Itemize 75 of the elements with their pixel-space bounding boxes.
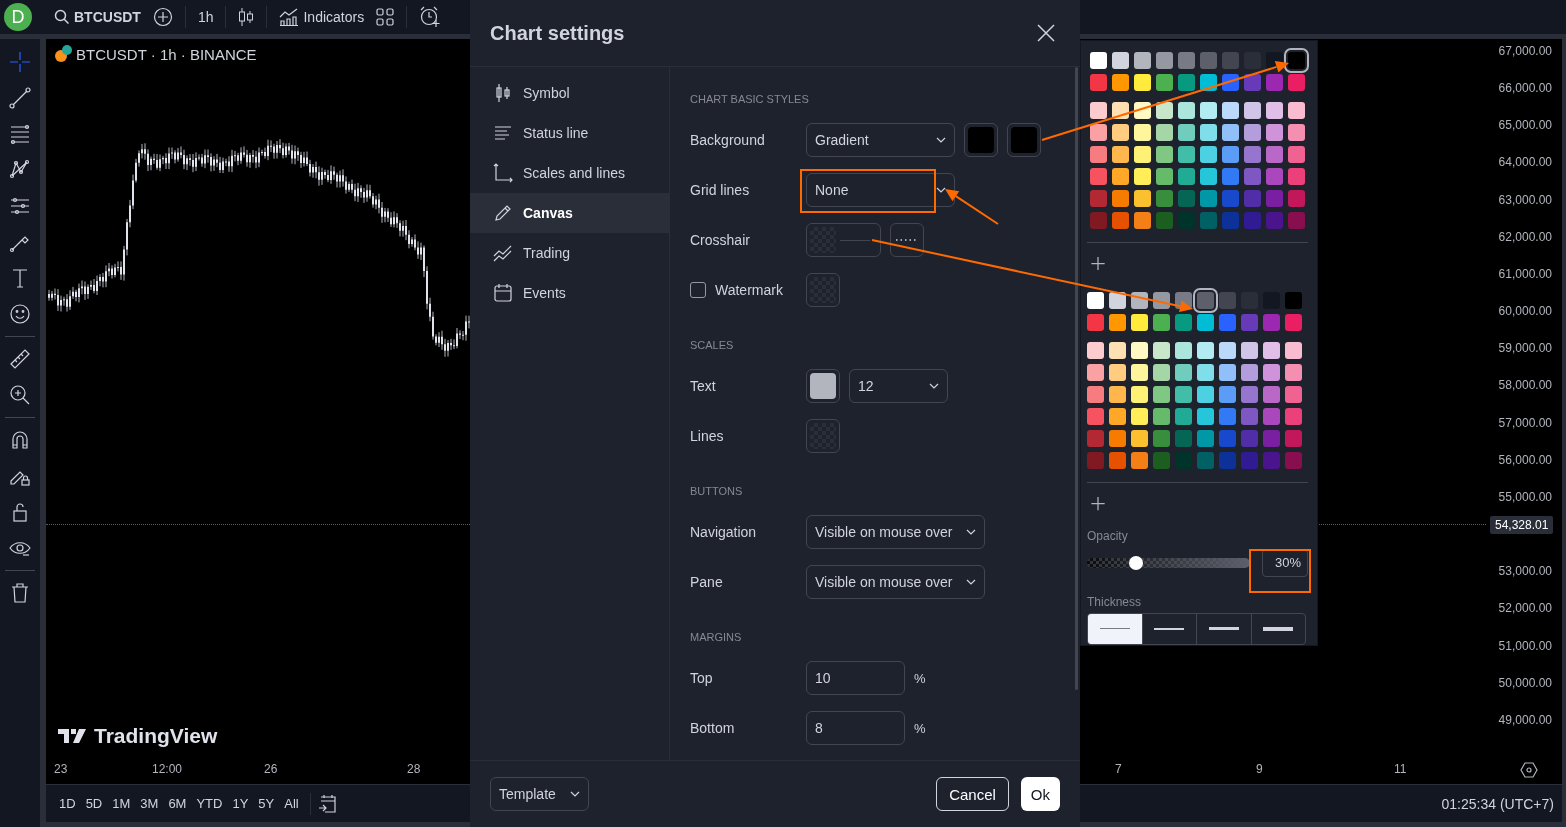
price-label: 63,000.00	[1497, 191, 1553, 209]
price-label: 51,000.00	[1497, 637, 1553, 655]
setting-label: Top	[690, 670, 713, 686]
setting-label: Navigation	[690, 524, 757, 540]
setting-label: Bottom	[690, 720, 735, 736]
interval-button[interactable]: 1h	[197, 3, 214, 31]
settings-tab[interactable]: Canvas	[470, 193, 669, 233]
template-dropdown[interactable]: Template	[490, 777, 589, 811]
range-button[interactable]: 5D	[80, 792, 108, 815]
cancel-button[interactable]: Cancel	[936, 777, 1009, 811]
indicators-button[interactable]: Indicators	[279, 3, 365, 31]
time-label: 9	[1256, 762, 1263, 776]
dropdown[interactable]: Gradient	[806, 123, 955, 157]
dialog-title: Chart settings	[490, 21, 625, 45]
price-label: 67,000.00	[1497, 43, 1553, 60]
time-label: 23	[54, 762, 68, 776]
time-label: 11	[1394, 762, 1407, 776]
time-label: 28	[407, 762, 421, 776]
range-button[interactable]: 6M	[163, 792, 192, 815]
price-label: 66,000.00	[1497, 80, 1553, 98]
section-heading: CHART BASIC STYLES	[690, 93, 810, 105]
price-label: 58,000.00	[1497, 377, 1553, 395]
unit-label: %	[914, 670, 926, 686]
section-heading: SCALES	[690, 339, 735, 351]
symbol-legend: BTCUSDT · 1h · BINANCE	[76, 45, 257, 63]
settings-tab[interactable]: Status line	[470, 113, 669, 153]
price-label: 61,000.00	[1497, 265, 1553, 283]
setting-label: Grid lines	[690, 182, 750, 198]
unit-label: %	[914, 720, 926, 736]
clock-label: 01:25:34 (UTC+7)	[1441, 795, 1554, 812]
last-price-label: 54,328.01	[1490, 516, 1554, 535]
price-label: 57,000.00	[1497, 414, 1553, 432]
dropdown[interactable]: Visible on mouse over	[806, 515, 985, 549]
price-label: 60,000.00	[1497, 303, 1553, 321]
price-label: 52,000.00	[1497, 600, 1553, 618]
range-button[interactable]: YTD	[191, 792, 228, 815]
number-field[interactable]: 10	[806, 661, 905, 695]
price-label: 65,000.00	[1497, 117, 1553, 135]
setting-label: Text	[690, 378, 716, 394]
settings-tab[interactable]: Trading	[470, 233, 669, 273]
range-button[interactable]: 1M	[107, 792, 136, 815]
price-label: 56,000.00	[1497, 451, 1553, 469]
opacity-label: Opacity	[1087, 528, 1129, 543]
time-label: 7	[1115, 762, 1122, 776]
setting-label: Watermark	[715, 282, 783, 298]
price-label: 53,000.00	[1497, 563, 1553, 581]
time-label: 12:00	[152, 762, 183, 776]
section-heading: BUTTONS	[690, 485, 744, 497]
setting-label: Lines	[690, 428, 724, 444]
range-button[interactable]: 1Y	[227, 792, 254, 815]
ok-button[interactable]: Ok	[1020, 777, 1060, 811]
watermark-logo-text: TradingView	[94, 724, 218, 748]
thickness-label: Thickness	[1087, 594, 1143, 609]
range-button[interactable]: 1D	[54, 792, 81, 815]
price-label: 64,000.00	[1497, 154, 1553, 172]
price-label: 59,000.00	[1497, 340, 1553, 358]
setting-label: Background	[690, 132, 765, 148]
settings-tab[interactable]: Events	[470, 273, 669, 313]
price-label: 62,000.00	[1497, 228, 1553, 246]
dropdown[interactable]: Visible on mouse over	[806, 565, 985, 599]
range-button[interactable]: 5Y	[253, 792, 280, 815]
range-button[interactable]: All	[279, 792, 304, 815]
setting-label: Crosshair	[690, 232, 750, 248]
symbol-search-button[interactable]: BTCUSDT	[54, 3, 141, 31]
settings-tab[interactable]: Symbol	[470, 73, 669, 113]
price-label: 49,000.00	[1497, 711, 1553, 729]
price-label: 50,000.00	[1497, 674, 1553, 692]
number-field[interactable]: 8	[806, 711, 905, 745]
dropdown[interactable]: 12	[849, 369, 948, 403]
setting-label: Pane	[690, 574, 723, 590]
settings-tab[interactable]: Scales and lines	[470, 153, 669, 193]
range-button[interactable]: 3M	[135, 792, 164, 815]
price-label: 55,000.00	[1497, 488, 1553, 506]
time-label: 26	[264, 762, 278, 776]
section-heading: MARGINS	[690, 631, 743, 643]
